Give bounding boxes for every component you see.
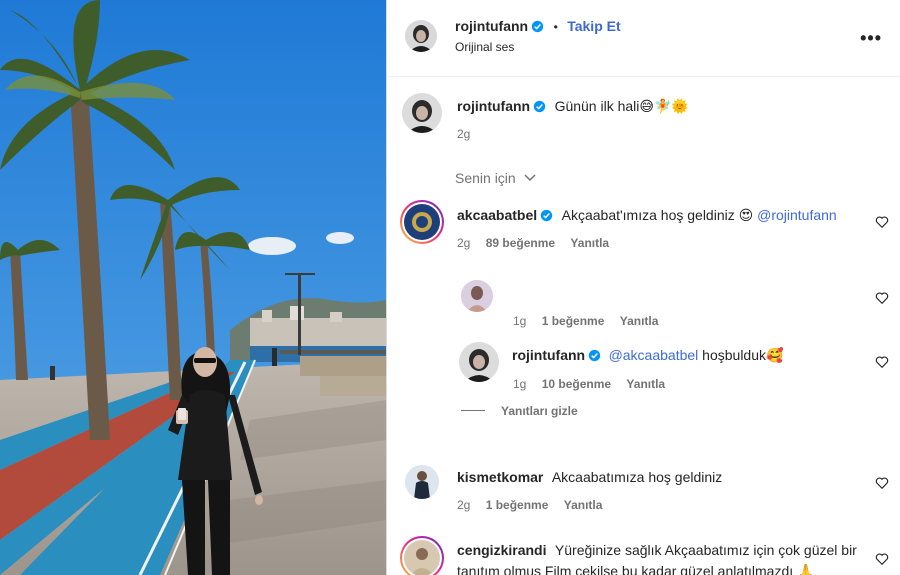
caption-avatar[interactable] xyxy=(402,93,442,133)
post-media-photo[interactable] xyxy=(0,0,387,575)
caption: rojintufann Günün ilk hali😅🧚🌞 xyxy=(457,98,689,116)
comment-mention-link[interactable]: @rojintufann xyxy=(757,207,837,223)
reply-button[interactable]: Yanıtla xyxy=(570,236,609,250)
hide-replies-label: Yanıtları gizle xyxy=(501,404,578,418)
reply-button[interactable]: Yanıtla xyxy=(564,498,603,512)
comment-username[interactable]: kismetkomar xyxy=(457,469,543,485)
comment-text: Akcaabatımıza hoş geldiniz xyxy=(551,469,723,485)
comment-username[interactable]: cengizkirandi xyxy=(457,542,546,558)
sort-label: Senin için xyxy=(455,170,516,186)
comment-time: 2g xyxy=(457,498,471,512)
comment-avatar[interactable] xyxy=(400,536,444,575)
reply-mention-link[interactable]: @akcaabatbel xyxy=(609,347,699,363)
separator-dot: • xyxy=(553,20,558,34)
hide-replies-button[interactable]: Yanıtları gizle xyxy=(461,404,578,418)
comment-avatar[interactable] xyxy=(405,465,439,499)
reply-meta: 1g 1 beğenme Yanıtla xyxy=(513,314,670,328)
original-audio-link[interactable]: Orijinal ses xyxy=(455,40,514,54)
reply-avatar[interactable] xyxy=(459,342,499,382)
reply-time: 1g xyxy=(513,314,527,328)
like-heart-icon[interactable] xyxy=(875,355,889,369)
reply-time: 1g xyxy=(513,377,527,391)
verified-badge-icon xyxy=(540,209,553,222)
comment-time: 2g xyxy=(457,236,471,250)
reply-item: rojintufann @akcaabatbel hoşbulduk🥰 xyxy=(512,347,783,365)
comment-item: akcaabatbel Akçaabat'ımıza hoş geldiniz … xyxy=(457,207,837,225)
verified-badge-icon xyxy=(531,20,544,33)
comment-likes[interactable]: 1 beğenme xyxy=(486,498,549,512)
reply-avatar[interactable] xyxy=(461,280,493,312)
chevron-down-icon xyxy=(524,174,536,182)
reply-button[interactable]: Yanıtla xyxy=(620,314,659,328)
comment-item: kismetkomar Akcaabatımıza hoş geldiniz xyxy=(457,469,722,487)
comment-likes[interactable]: 89 beğenme xyxy=(486,236,555,250)
post-header: rojintufann • Takip Et Orijinal ses ••• xyxy=(388,0,900,77)
comment-text-continued: tanıtım olmuş Film çekilse bu kadar güze… xyxy=(457,563,815,575)
comment-username[interactable]: akcaabatbel xyxy=(457,207,537,223)
comment-text: Yüreğinize sağlık Akçaabatımız için çok … xyxy=(554,542,857,558)
reply-likes[interactable]: 10 beğenme xyxy=(542,377,611,391)
sort-dropdown[interactable]: Senin için xyxy=(455,170,536,186)
author-avatar[interactable] xyxy=(405,20,437,52)
caption-time: 2g xyxy=(457,127,471,141)
reply-button[interactable]: Yanıtla xyxy=(626,377,665,391)
post-detail-panel: rojintufann • Takip Et Orijinal ses ••• … xyxy=(388,0,900,575)
comment-meta: 2g 89 beğenme Yanıtla xyxy=(457,236,621,250)
author-username[interactable]: rojintufann xyxy=(455,18,528,34)
reply-likes[interactable]: 1 beğenme xyxy=(542,314,605,328)
comment-item: cengizkirandi Yüreğinize sağlık Akçaabat… xyxy=(457,542,857,560)
reply-username[interactable]: rojintufann xyxy=(512,347,585,363)
like-heart-icon[interactable] xyxy=(875,476,889,490)
like-heart-icon[interactable] xyxy=(875,291,889,305)
comment-text: Akçaabat'ımıza hoş geldiniz 😍 xyxy=(561,207,758,223)
follow-button[interactable]: Takip Et xyxy=(567,18,620,34)
hide-replies-line xyxy=(461,410,485,411)
caption-text: Günün ilk hali😅🧚🌞 xyxy=(554,98,689,114)
verified-badge-icon xyxy=(533,100,546,113)
reply-meta: 1g 10 beğenme Yanıtla xyxy=(513,377,677,391)
reply-text: hoşbulduk🥰 xyxy=(698,347,784,363)
comment-avatar[interactable] xyxy=(400,200,444,244)
like-heart-icon[interactable] xyxy=(875,552,889,566)
comment-meta: 2g 1 beğenme Yanıtla xyxy=(457,498,614,512)
verified-badge-icon xyxy=(588,349,601,362)
more-options-icon[interactable]: ••• xyxy=(860,28,882,49)
caption-username[interactable]: rojintufann xyxy=(457,98,530,114)
like-heart-icon[interactable] xyxy=(875,215,889,229)
